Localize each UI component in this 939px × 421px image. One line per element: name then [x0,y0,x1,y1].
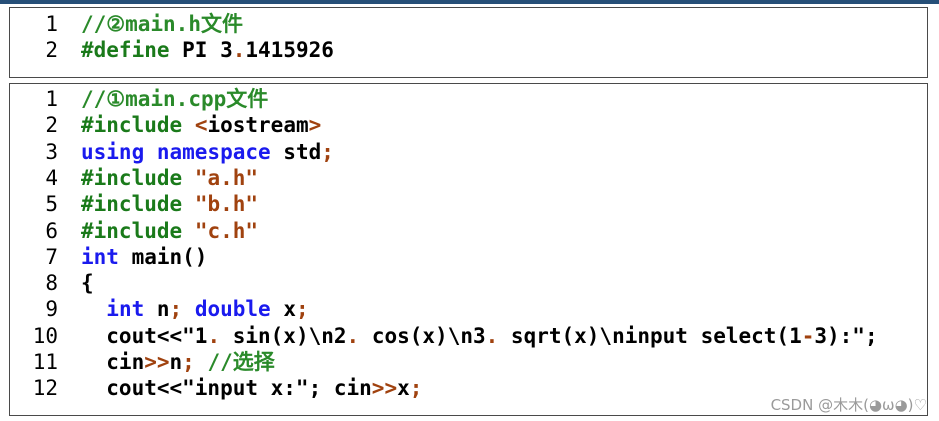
code-text: //①main.cpp文件 [81,86,268,112]
code-block-main-cpp: 1//①main.cpp文件 2 #include <iostream> 3 using… [9,83,928,416]
code-token: sin(x)\n2 [220,323,347,348]
code-line: 2 #include <iostream> [10,112,927,138]
code-token: double [194,297,271,322]
code-text: int main() [81,244,207,270]
line-number: 6 [45,218,58,243]
code-token: int [81,244,119,269]
code-token: ; [409,376,423,401]
code-token: { [81,271,94,296]
code-line: 3 using namespace std; [10,139,927,165]
code-text: //②main.h文件 [81,11,243,37]
code-token: 1415926 [245,38,334,63]
code-token: //②main.h文件 [81,12,243,36]
code-token: n [144,297,170,322]
code-token: #include [81,218,183,243]
code-token: >> [144,350,170,374]
code-token: ; [182,350,195,374]
code-token: //①main.cpp文件 [81,87,269,111]
code-line: 4 #include "a.h" [10,165,927,191]
code-line: 5 #include "b.h" [10,191,927,217]
line-number: 7 [45,244,58,269]
code-token: #include [81,165,183,190]
code-line: 9 int n; double x; [10,296,927,322]
code-token: . [207,323,221,348]
code-line: 1 //①main.cpp文件 [10,86,927,112]
code-text: #include <iostream> [81,112,321,138]
code-token: cos(x)\n3 [359,323,486,348]
code-text: #define PI 3.1415926 [81,37,334,63]
code-text: cout<<"1. sin(x)\n2. cos(x)\n3. sqrt(x)\… [81,323,878,349]
line-number: 11 [32,350,58,374]
code-text: cin>>n; //选择 [81,349,275,375]
code-token: main() [118,244,208,269]
line-number: 12 [32,376,58,401]
code-token: < [194,113,208,138]
code-token: #include [81,192,183,217]
code-token: "b.h" [194,192,259,217]
code-text: #include "b.h" [81,191,258,217]
code-token: #define [81,38,170,63]
code-line: 10 cout<<"1. sin(x)\n2. cos(x)\n3. sqrt(… [10,323,927,349]
code-token: #include [81,113,183,138]
code-token: - [801,323,815,348]
code-text: #include "a.h" [81,165,258,191]
code-text: #include "c.h" [81,218,258,244]
code-line: 11 cin>>n; //选择 [10,349,927,375]
code-block-main-h: 1 //②main.h文件 2 #define PI 3.1415926 [9,7,928,78]
line-number: 8 [45,271,58,296]
code-token: ; [321,139,334,164]
code-token: sqrt(x)\ninput select(1 [498,323,802,348]
code-token: using namespace [81,139,271,164]
code-token: . [232,38,246,63]
code-text: { [81,270,94,296]
code-token: PI 3 [169,38,233,63]
top-accent-bar [0,0,939,4]
code-line: 6 #include "c.h" [10,218,927,244]
line-number: 9 [45,297,58,322]
code-token: std [270,139,322,164]
code-token: . [346,323,360,348]
code-token: iostream [207,113,309,138]
watermark: CSDN @木木(◕ω◕)♡ [770,396,927,414]
line-number: 10 [32,323,58,348]
code-token: cout<<"1 [81,323,208,348]
code-text: int n; double x; [81,296,309,322]
line-number: 2 [45,38,58,63]
code-token: cin [81,350,145,374]
code-line: 7 int main() [10,244,927,270]
code-line: 8{ [10,270,927,296]
line-number: 2 [45,113,58,138]
line-number: 5 [45,192,58,217]
code-token: n [169,350,183,374]
code-token: x [270,297,296,322]
line-number: 4 [45,165,58,190]
code-token: x [397,376,410,401]
code-token: >> [371,376,398,401]
code-token: "c.h" [194,218,259,243]
code-token: "a.h" [194,165,259,190]
code-token: 3):"; [814,323,878,348]
code-token: ; [169,297,183,322]
line-number: 1 [45,12,58,36]
code-line: 1 //②main.h文件 [10,11,927,37]
code-line: 2 #define PI 3.1415926 [10,37,927,63]
code-token: int [106,297,145,322]
code-token: ; [296,297,309,322]
code-token: cout<<"input x:"; cin [81,376,372,401]
code-token: > [308,113,322,138]
line-number: 3 [45,139,58,164]
code-token: . [485,323,499,348]
line-number: 1 [45,87,58,111]
code-token: //选择 [207,350,275,374]
code-text: cout<<"input x:"; cin>>x; [81,375,422,401]
code-text: using namespace std; [81,139,334,165]
